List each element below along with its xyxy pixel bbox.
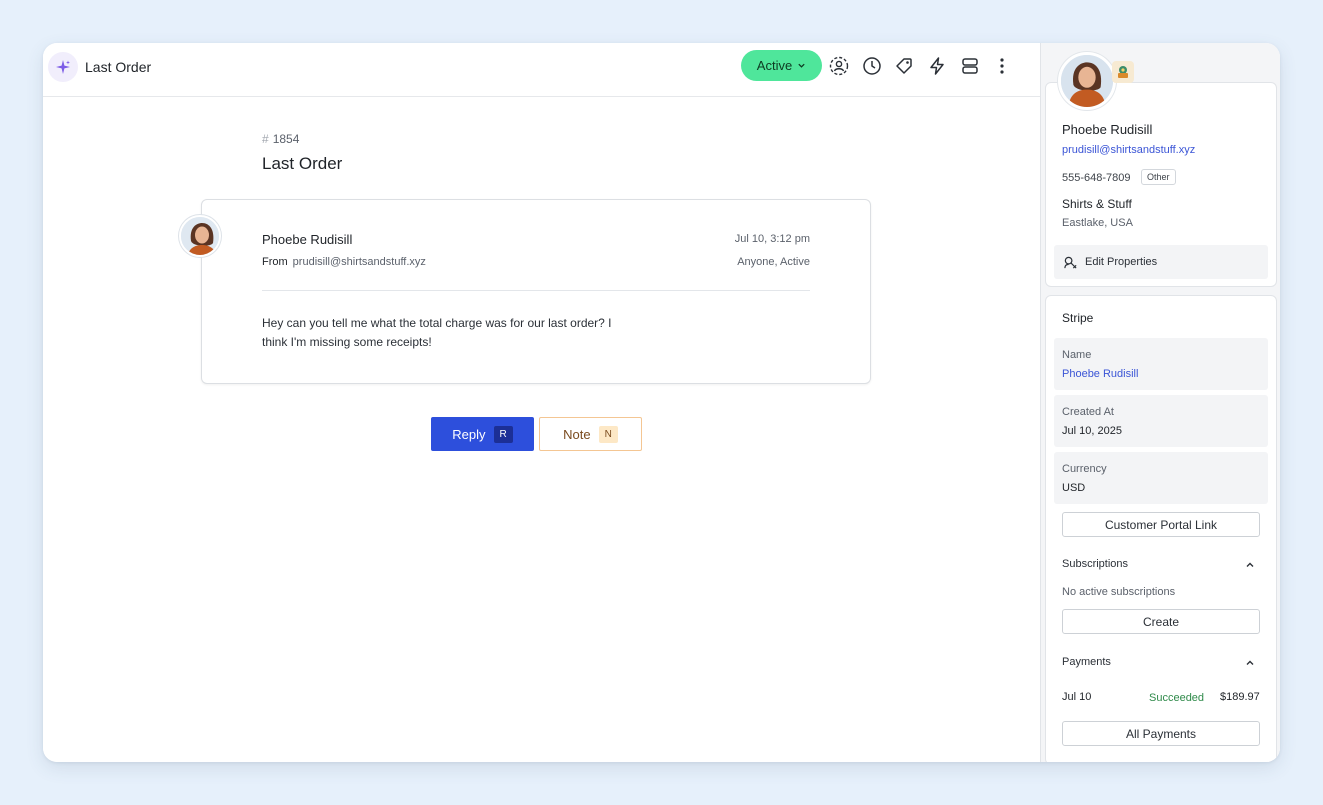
page-title: Last Order [85, 59, 152, 75]
conversation-number-value: 1854 [272, 132, 300, 146]
field-value-link[interactable]: Phoebe Rudisill [1062, 368, 1138, 380]
reply-label: Reply [452, 426, 486, 442]
contact-card: Phoebe Rudisill prudisill@shirtsandstuff… [1045, 82, 1277, 287]
note-label: Note [563, 426, 591, 442]
field-label: Name [1062, 349, 1092, 361]
topbar: Last Order Active [43, 43, 1040, 97]
reply-shortcut-key: R [493, 425, 513, 443]
note-button[interactable]: Note N [539, 417, 642, 451]
message-body-line: Hey can you tell me what the total charg… [262, 316, 612, 330]
clock-icon[interactable] [861, 55, 883, 77]
payments-title: Payments [1062, 656, 1111, 668]
phone-type-badge: Other [1141, 169, 1176, 185]
customer-portal-link-button[interactable]: Customer Portal Link [1062, 512, 1260, 537]
conversation-title: Last Order [262, 154, 343, 173]
field-label: Currency [1062, 463, 1107, 475]
reply-button[interactable]: Reply R [431, 417, 534, 451]
stripe-field-name: Name Phoebe Rudisill [1054, 338, 1268, 390]
conversation-number: #1854 [262, 132, 299, 146]
subscriptions-empty-text: No active subscriptions [1062, 586, 1176, 598]
stripe-title: Stripe [1062, 311, 1094, 325]
chevron-down-icon [798, 63, 805, 68]
message-body-line: think I'm missing some receipts! [262, 335, 432, 349]
contact-phone: 555-648-7809 [1062, 172, 1131, 184]
message-sender: Phoebe Rudisill [262, 232, 353, 247]
message-card: Phoebe Rudisill From prudisill@shirtsands… [201, 199, 871, 384]
from-label: From [262, 256, 288, 268]
from-email: prudisill@shirtsandstuff.xyz [292, 256, 426, 268]
contact-email-link[interactable]: prudisill@shirtsandstuff.xyz [1062, 144, 1195, 156]
stripe-card: Stripe Name Phoebe Rudisill Created At J… [1045, 295, 1277, 762]
divider [262, 290, 810, 291]
stripe-field-created-at: Created At Jul 10, 2025 [1054, 395, 1268, 447]
edit-properties-icon [1064, 256, 1077, 269]
lightning-icon[interactable] [926, 55, 948, 77]
field-value: Jul 10, 2025 [1062, 425, 1122, 437]
stripe-field-currency: Currency USD [1054, 452, 1268, 504]
hash-icon: # [262, 132, 269, 146]
more-icon[interactable] [991, 55, 1013, 77]
avatar [179, 215, 221, 257]
payment-status: Succeeded [1149, 692, 1205, 704]
contact-name: Phoebe Rudisill [1062, 122, 1153, 137]
message-from: From prudisill@shirtsandstuff.xyz [262, 256, 426, 268]
status-label: Active [756, 58, 793, 73]
app-window: Last Order Active # 1854 Last Order Phoe… [43, 43, 1280, 762]
ai-sparkle-icon[interactable] [48, 52, 78, 82]
contact-location: Eastlake, USA [1062, 217, 1133, 229]
all-payments-button[interactable]: All Payments [1062, 721, 1260, 746]
message-body: Hey can you tell me what the total charg… [262, 314, 632, 352]
status-dropdown-button[interactable]: Active [741, 50, 822, 81]
company-logo-icon [1112, 61, 1134, 83]
chevron-up-icon[interactable] [1244, 657, 1256, 669]
edit-properties-button[interactable]: Edit Properties [1054, 245, 1268, 279]
message-audience: Anyone, Active [737, 256, 810, 268]
chevron-up-icon[interactable] [1244, 559, 1256, 571]
edit-properties-label: Edit Properties [1085, 256, 1158, 268]
avatar [1058, 52, 1116, 110]
layout-icon[interactable] [959, 55, 981, 77]
payment-date: Jul 10 [1062, 691, 1092, 703]
contact-company: Shirts & Stuff [1062, 197, 1132, 211]
create-subscription-button[interactable]: Create [1062, 609, 1260, 634]
message-time: Jul 10, 3:12 pm [734, 233, 810, 245]
note-shortcut-key: N [598, 425, 618, 443]
payment-amount: $189.97 [1220, 691, 1260, 703]
field-label: Created At [1062, 406, 1114, 418]
field-value: USD [1062, 482, 1086, 494]
assignee-icon[interactable] [828, 55, 850, 77]
subscriptions-title: Subscriptions [1062, 558, 1129, 570]
tag-icon[interactable] [893, 55, 915, 77]
conversation-pane: Last Order Active # 1854 Last Order Phoe… [43, 43, 1040, 762]
customer-sidebar: Phoebe Rudisill prudisill@shirtsandstuff… [1040, 43, 1280, 762]
